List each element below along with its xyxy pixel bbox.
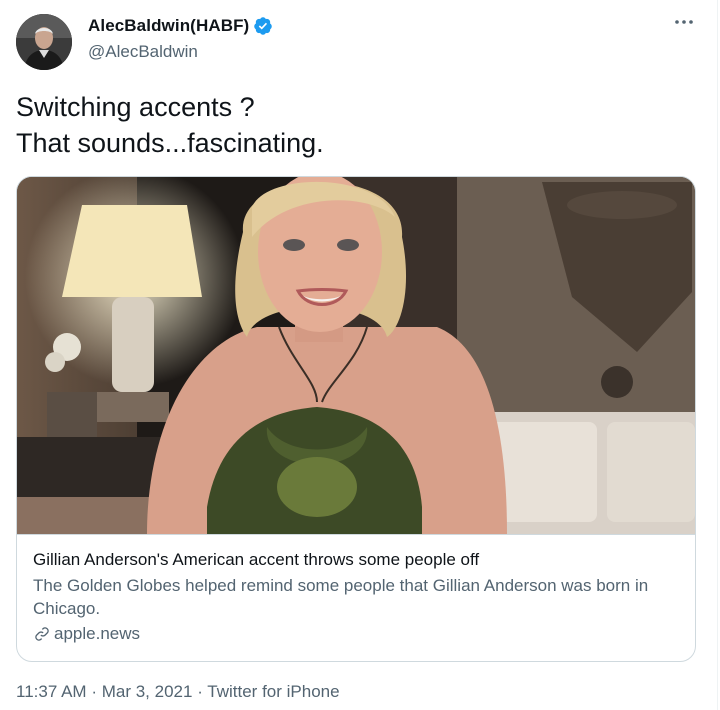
tweet-date[interactable]: Mar 3, 2021 xyxy=(102,682,193,701)
card-description: The Golden Globes helped remind some peo… xyxy=(33,576,649,618)
author-handle[interactable]: @AlecBaldwin xyxy=(88,42,198,62)
card-meta[interactable]: Gillian Anderson's American accent throw… xyxy=(17,534,695,661)
card-domain-row[interactable]: apple.news xyxy=(33,624,679,644)
link-icon xyxy=(35,627,49,641)
card-title[interactable]: Gillian Anderson's American accent throw… xyxy=(33,549,679,571)
tweet-time[interactable]: 11:37 AM xyxy=(16,682,87,701)
separator: · xyxy=(197,682,203,701)
tweet-text-line: Switching accents ? xyxy=(16,92,255,122)
author-display-name[interactable]: AlecBaldwin(HABF) xyxy=(88,16,249,36)
tweet-timestamp[interactable]: 11:37 AM · Mar 3, 2021 · Twitter for iPh… xyxy=(16,682,340,702)
card-domain[interactable]: apple.news xyxy=(54,624,140,644)
tweet-source[interactable]: Twitter for iPhone xyxy=(207,682,339,701)
more-options-icon[interactable] xyxy=(672,14,696,30)
card-image[interactable] xyxy=(17,177,695,534)
verified-badge-icon xyxy=(254,17,273,35)
tweet-text-line: That sounds...fascinating. xyxy=(16,128,324,158)
avatar[interactable] xyxy=(16,14,72,70)
link-card[interactable]: Gillian Anderson's American accent throw… xyxy=(16,176,696,662)
separator: · xyxy=(91,682,97,701)
tweet-text: Switching accents ? That sounds...fascin… xyxy=(16,89,696,161)
author-name-row[interactable]: AlecBaldwin(HABF) xyxy=(88,16,273,36)
tweet: AlecBaldwin(HABF) @AlecBaldwin Switching… xyxy=(0,0,720,710)
divider xyxy=(717,0,718,710)
